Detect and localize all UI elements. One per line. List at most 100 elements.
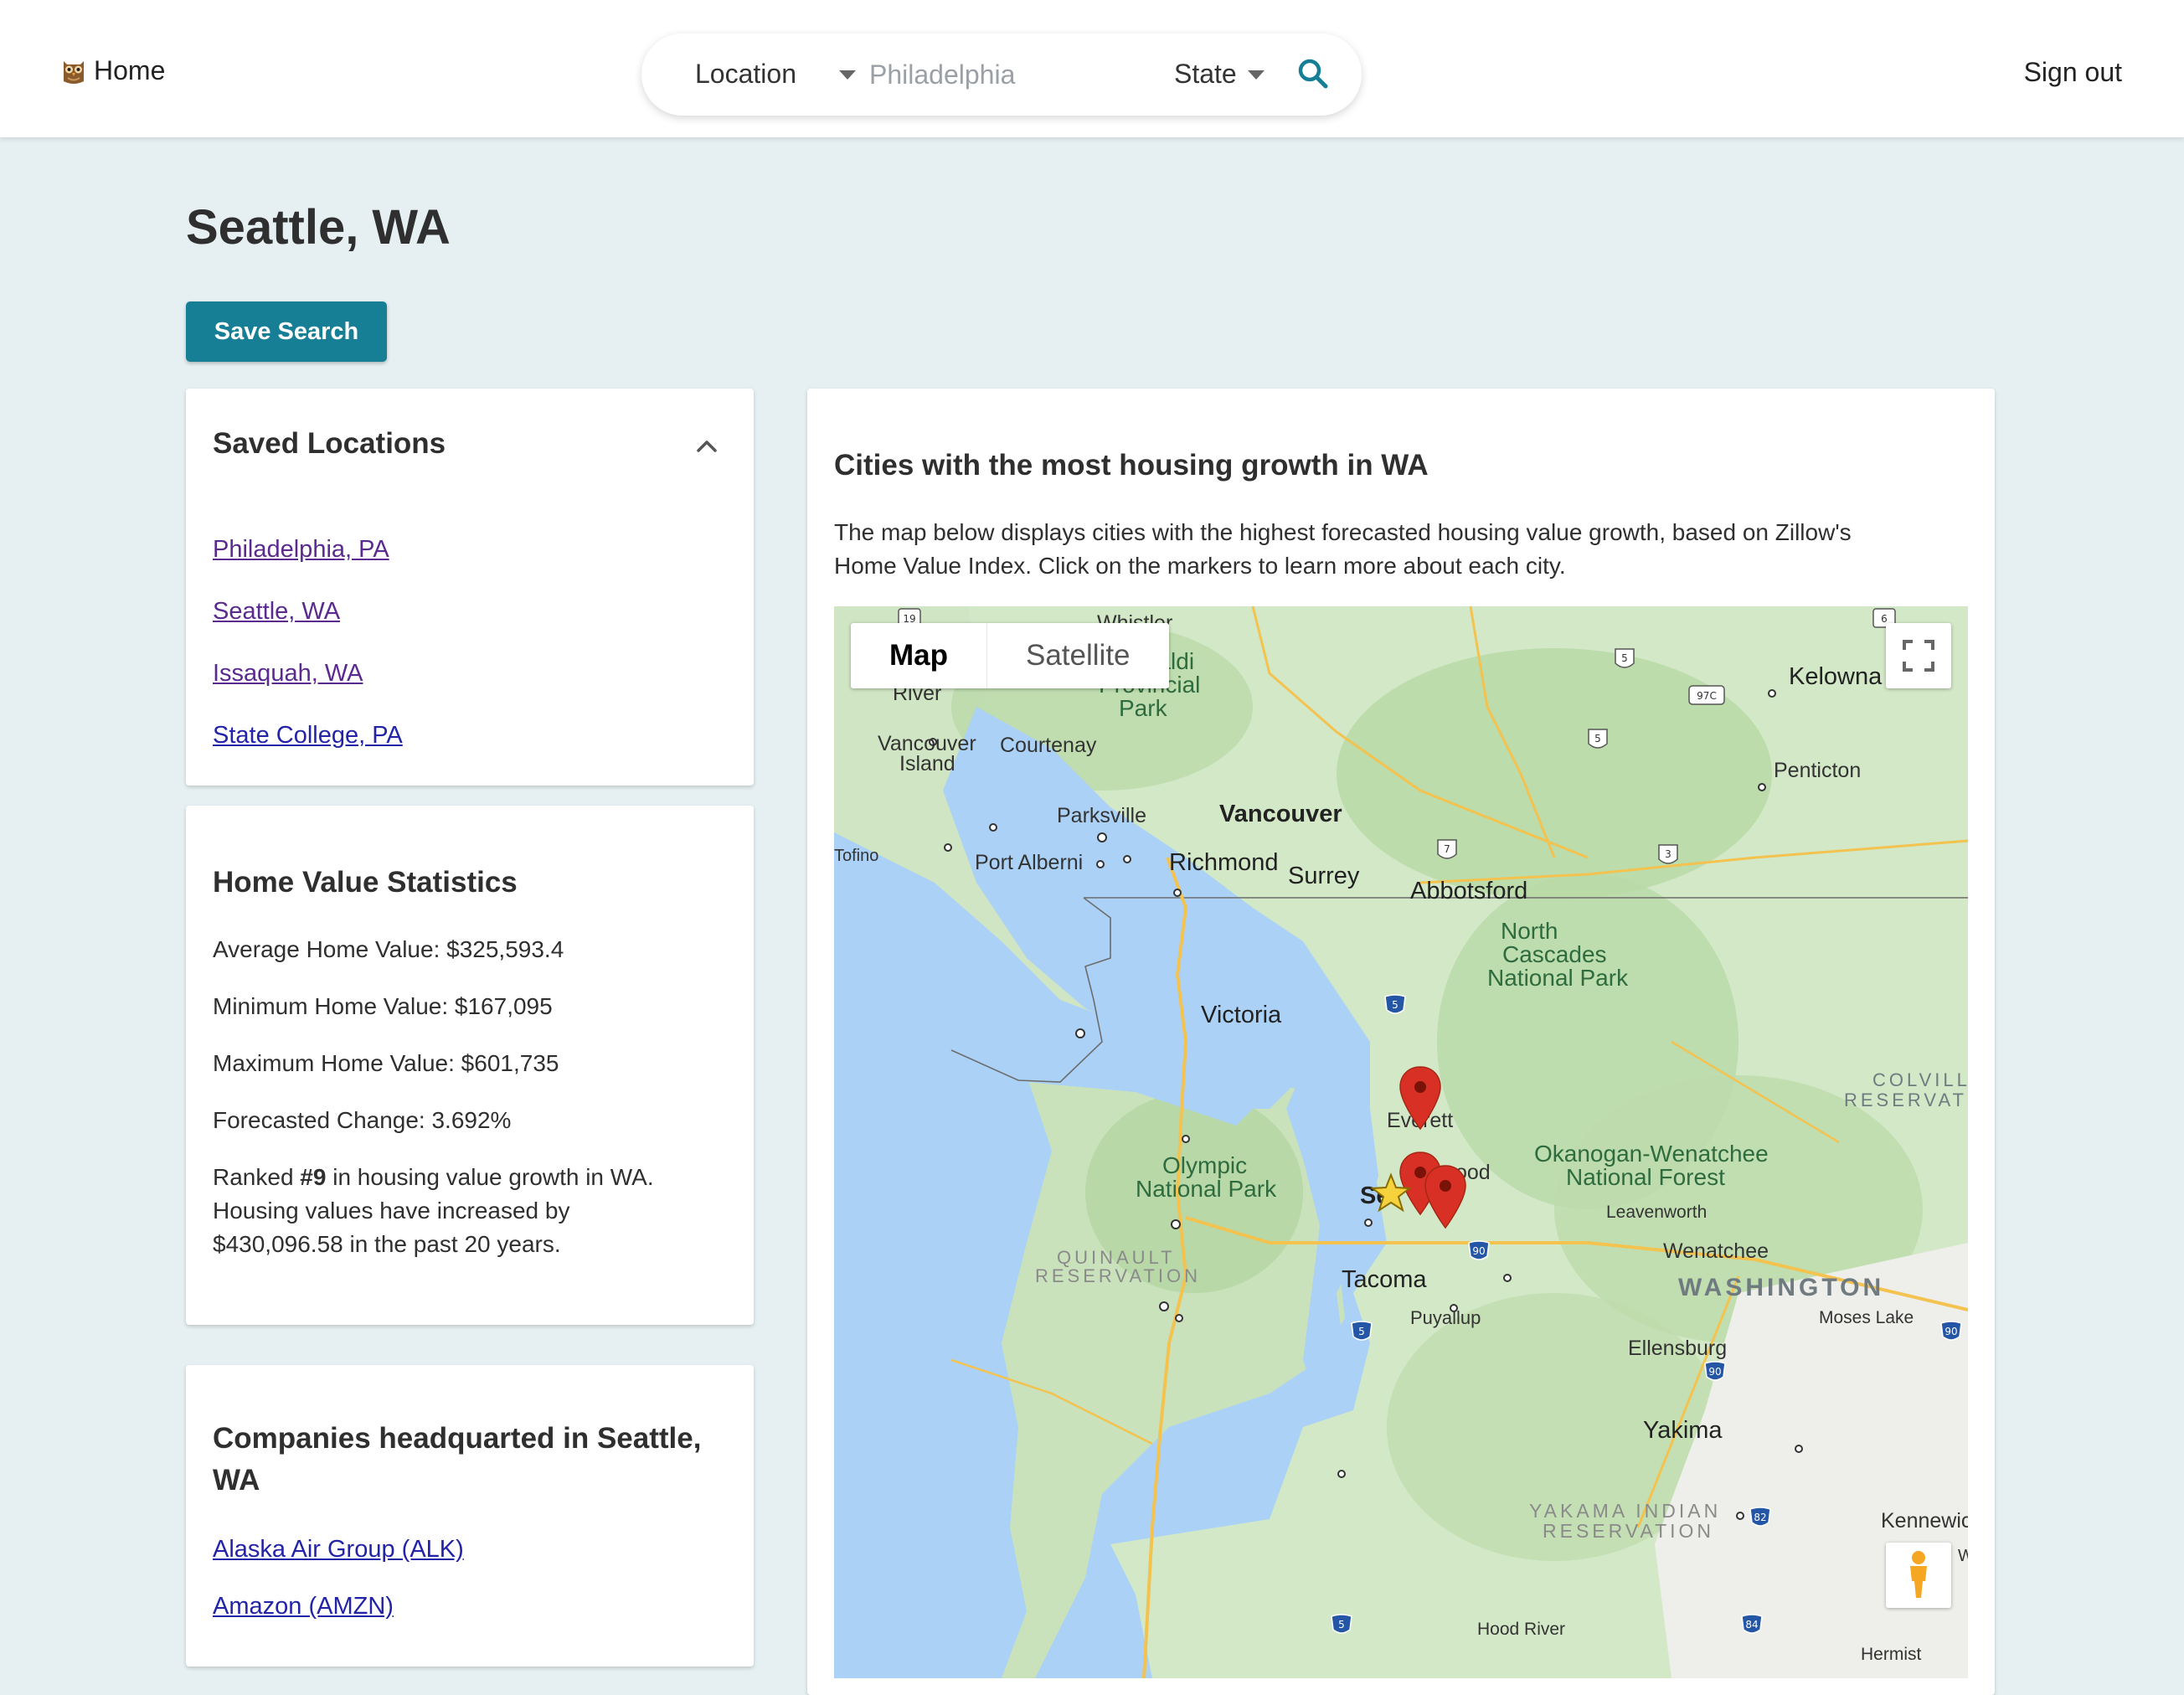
saved-location-link[interactable]: State College, PA <box>213 722 403 750</box>
interstate-shield: 5 <box>1331 1614 1352 1634</box>
interstate-shield: 5 <box>1384 994 1406 1014</box>
map-description-line1: The map below displays cities with the h… <box>834 519 1852 545</box>
map-label: Vancouver <box>1219 801 1342 827</box>
home-label: Home <box>94 55 166 85</box>
shield-number: 3 <box>1665 848 1671 860</box>
highway-shield: 5 <box>1615 648 1635 668</box>
map-label: WASHINGTON <box>1678 1274 1885 1301</box>
map-label: Kennewick <box>1881 1509 1968 1533</box>
saved-location-link[interactable]: Philadelphia, PA <box>213 536 389 564</box>
rank-prefix: Ranked <box>213 1164 301 1190</box>
search-icon[interactable] <box>1296 57 1330 90</box>
average-home-value: Average Home Value: $325,593.4 <box>213 936 564 962</box>
shield-number: 90 <box>1944 1326 1957 1337</box>
shield-number: 90 <box>1708 1366 1721 1378</box>
state-dropdown[interactable]: State <box>1174 59 1237 90</box>
interstate-shield: 84 <box>1741 1614 1763 1634</box>
map-marker-icon[interactable] <box>1424 1164 1467 1229</box>
interstate-shield: 82 <box>1749 1507 1771 1527</box>
map-label: National Forest <box>1566 1164 1725 1190</box>
interstate-shield: 90 <box>1468 1240 1490 1260</box>
map-label: Puyallup <box>1410 1307 1481 1328</box>
map-label: North <box>1501 918 1558 944</box>
shield-number: 5 <box>1594 733 1601 744</box>
growth-text-line1: Housing values have increased by <box>213 1198 570 1224</box>
fullscreen-icon <box>1903 640 1934 672</box>
shield-number: 5 <box>1621 652 1628 664</box>
sign-out-link[interactable]: Sign out <box>2024 57 2122 88</box>
rank-suffix: in housing value growth in WA. <box>326 1164 654 1190</box>
location-input[interactable] <box>868 54 1030 95</box>
growth-rank-text: Ranked #9 in housing value growth in WA. <box>213 1164 654 1191</box>
shield-number: 5 <box>1338 1619 1345 1631</box>
shield-number: 82 <box>1754 1512 1766 1523</box>
statistics-title: Home Value Statistics <box>213 866 518 899</box>
street-view-button[interactable] <box>1886 1543 1951 1608</box>
interstate-shield: 90 <box>1940 1321 1962 1341</box>
maximum-home-value: Maximum Home Value: $601,735 <box>213 1050 559 1076</box>
company-link[interactable]: Amazon (AMZN) <box>213 1593 394 1620</box>
minimum-home-value: Minimum Home Value: $167,095 <box>213 993 553 1019</box>
map-description: The map below displays cities with the h… <box>834 516 1973 583</box>
map-label: Okanogan-Wenatchee <box>1534 1141 1769 1167</box>
map-label: Tacoma <box>1342 1266 1427 1293</box>
map-label: W <box>1958 1547 1968 1565</box>
state-dropdown-caret-icon[interactable] <box>1248 70 1265 80</box>
saved-location-link[interactable]: Issaquah, WA <box>213 660 363 688</box>
map-label: Yakima <box>1643 1417 1723 1444</box>
map-label: National Park <box>1136 1176 1277 1202</box>
growth-text-line2: $430,096.58 in the past 20 years. <box>213 1231 561 1257</box>
companies-card: Companies headquarted in Seattle, WA Ala… <box>186 1365 754 1667</box>
fullscreen-button[interactable] <box>1886 623 1951 688</box>
top-navigation-bar: Home Location State Sign out <box>0 0 2184 137</box>
map-label: Kelowna <box>1789 663 1883 690</box>
map-marker-icon[interactable] <box>1398 1065 1442 1131</box>
save-search-button[interactable]: Save Search <box>186 301 387 362</box>
star-marker-icon[interactable] <box>1370 1172 1412 1214</box>
saved-locations-card: Saved Locations Philadelphia, PA Seattle… <box>186 389 754 786</box>
forecasted-change: Forecasted Change: 3.692% <box>213 1107 512 1133</box>
highway-shield: 5 <box>1588 729 1608 749</box>
map-card-title: Cities with the most housing growth in W… <box>834 449 1429 482</box>
map-label: Hermist <box>1861 1645 1922 1664</box>
shield-number: 5 <box>1392 999 1398 1011</box>
home-link[interactable]: Home <box>59 55 165 86</box>
rank-value: #9 <box>300 1164 327 1190</box>
map-label: Surrey <box>1288 863 1360 889</box>
shield-number: 84 <box>1745 1619 1758 1631</box>
map-description-line2: Home Value Index. Click on the markers t… <box>834 553 1566 579</box>
map-label: National Park <box>1487 965 1629 991</box>
interstate-shield: 5 <box>1351 1321 1373 1341</box>
map-label: Parksville <box>1057 804 1146 827</box>
map-label: Moses Lake <box>1819 1308 1914 1327</box>
map-label: Cascades <box>1502 941 1607 967</box>
shield-number: 7 <box>1444 843 1450 855</box>
location-search-bar: Location State <box>641 33 1362 116</box>
map-label: Park <box>1119 695 1167 721</box>
map-type-satellite-button[interactable]: Satellite <box>987 623 1169 688</box>
map-label: Ellensburg <box>1628 1337 1728 1360</box>
shield-number: 90 <box>1472 1245 1485 1257</box>
map-label: Olympic <box>1162 1152 1248 1178</box>
companies-title-line2: WA <box>213 1464 260 1497</box>
map-label: Island <box>899 752 956 775</box>
chevron-up-icon[interactable] <box>692 435 722 456</box>
map-label: Port Alberni <box>975 851 1084 874</box>
company-link[interactable]: Alaska Air Group (ALK) <box>213 1536 464 1564</box>
map-type-control: Map Satellite <box>851 623 1169 688</box>
home-value-statistics-card: Home Value Statistics Average Home Value… <box>186 806 754 1325</box>
map-label: RESERVATION <box>1035 1265 1202 1286</box>
housing-growth-map-card: Cities with the most housing growth in W… <box>807 389 1995 1695</box>
map-label: Penticton <box>1774 759 1862 782</box>
highway-shield: 97C <box>1688 685 1725 705</box>
street-view-pegman-icon <box>1910 1551 1927 1598</box>
map-label: Abbotsford <box>1410 878 1528 904</box>
map-label: Courtenay <box>1000 734 1097 757</box>
interactive-map[interactable]: Whistler Garibaldi Provincial Park River… <box>834 606 1968 1678</box>
map-label: Richmond <box>1169 849 1279 876</box>
map-label: Wenatchee <box>1663 1239 1769 1263</box>
location-dropdown-caret-icon[interactable] <box>839 70 856 80</box>
saved-location-link[interactable]: Seattle, WA <box>213 598 340 626</box>
map-type-map-button[interactable]: Map <box>851 623 987 688</box>
map-label: Leavenworth <box>1606 1203 1708 1222</box>
